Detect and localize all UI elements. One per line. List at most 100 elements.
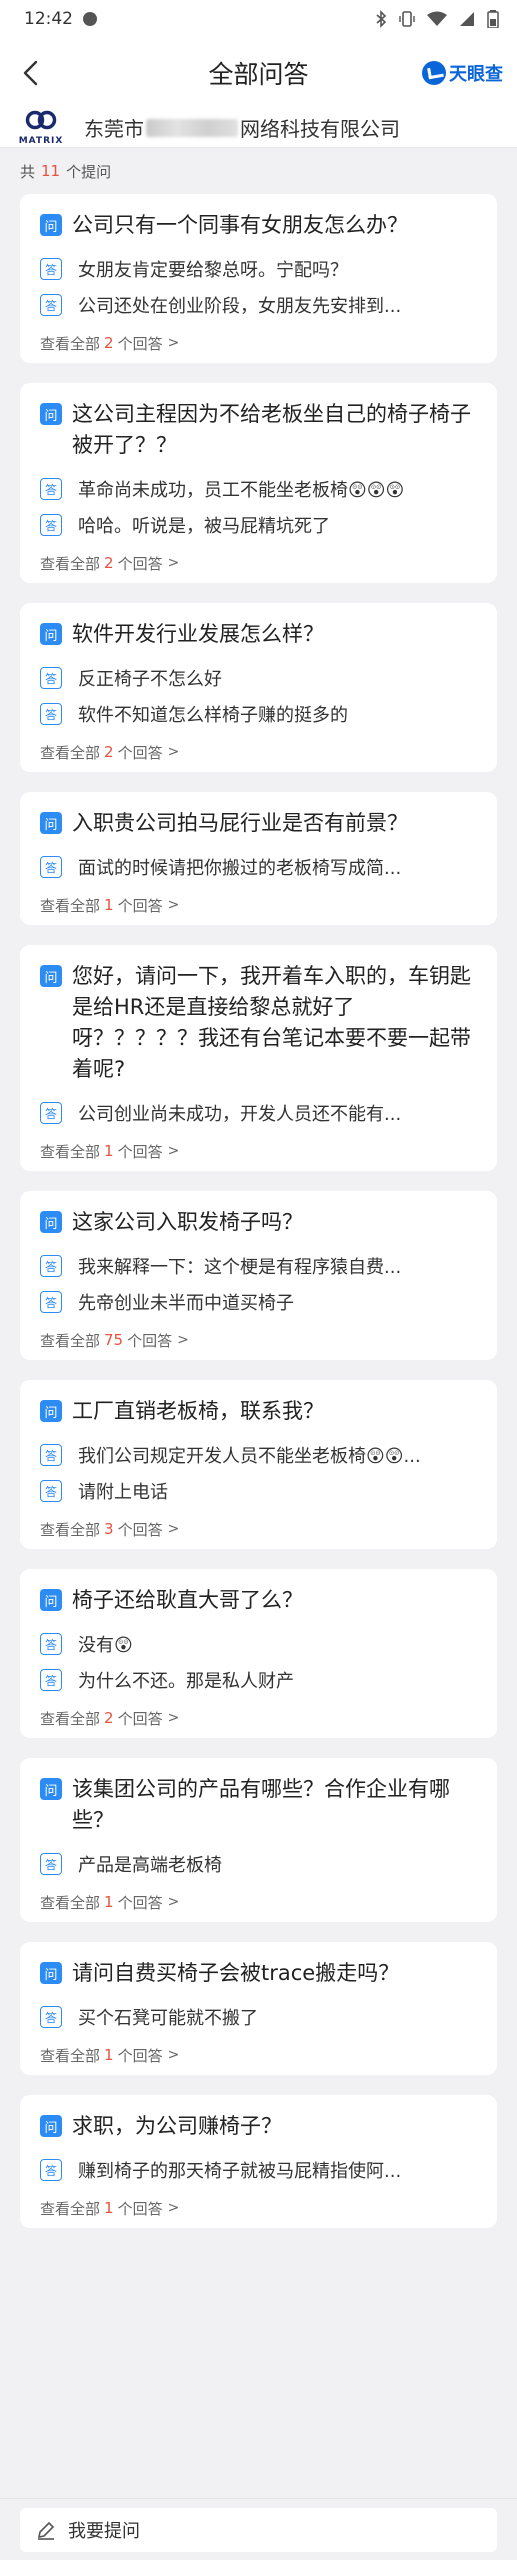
question-card[interactable]: 问工厂直销老板椅，联系我？ 答我们公司规定开发人员不能坐老板椅😲😲... 答请附上电… — [20, 1380, 497, 1549]
see-all-prefix: 查看全部 — [40, 554, 101, 573]
see-all-answers-link[interactable]: 查看全部 1 个回答 > — [40, 1131, 477, 1171]
see-all-prefix: 查看全部 — [40, 1331, 101, 1350]
question-badge-icon: 问 — [40, 1962, 62, 1984]
see-all-answers-link[interactable]: 查看全部 3 个回答 > — [40, 1509, 477, 1549]
see-all-answers-link[interactable]: 查看全部 2 个回答 > — [40, 543, 477, 583]
see-all-prefix: 查看全部 — [40, 896, 101, 915]
answer-badge-icon: 答 — [40, 1291, 62, 1313]
question-card[interactable]: 问这公司主程因为不给老板坐自己的椅子椅子被开了？？ 答革命尚未成功，员工不能坐老板… — [20, 383, 497, 583]
question-text: 请问自费买椅子会被trace搬走吗？ — [72, 1961, 400, 1985]
question-card[interactable]: 问请问自费买椅子会被trace搬走吗？ 答买个石凳可能就不搬了 查看全部 1 个回答 > — [20, 1942, 497, 2075]
see-all-answers-link[interactable]: 查看全部 1 个回答 > — [40, 1882, 477, 1922]
status-icons — [375, 10, 499, 28]
question-card[interactable]: 问这家公司入职发椅子吗？ 答我来解释一下：这个梗是有程序猿自费... 答先帝创业未半… — [20, 1191, 497, 1360]
question-row[interactable]: 问该集团公司的产品有哪些？合作企业有哪些？ — [40, 1774, 477, 1836]
answer-badge-icon: 答 — [40, 1853, 62, 1875]
question-badge-icon: 问 — [40, 403, 62, 425]
brand-name: 天眼查 — [449, 64, 503, 85]
question-row[interactable]: 问公司只有一个同事有女朋友怎么办？ — [40, 210, 477, 241]
answer-text: 我们公司规定开发人员不能坐老板椅😲😲... — [78, 1446, 421, 1467]
question-row[interactable]: 问您好，请问一下，我开着车入职的，车钥匙是给HR还是直接给黎总就好了呀？？？？？… — [40, 961, 477, 1085]
question-row[interactable]: 问求职，为公司赚椅子？ — [40, 2111, 477, 2142]
answer-text: 哈哈。听说是，被马屁精坑死了 — [78, 516, 330, 537]
see-all-answers-link[interactable]: 查看全部 75 个回答 > — [40, 1320, 477, 1360]
see-all-prefix: 查看全部 — [40, 1520, 101, 1539]
company-logo-text: MATRIX — [18, 135, 64, 146]
see-all-answers-link[interactable]: 查看全部 1 个回答 > — [40, 2188, 477, 2228]
question-list: 问公司只有一个同事有女朋友怎么办？答女朋友肯定要给黎总呀。宁配吗？答公司还处在创… — [0, 194, 517, 2228]
question-row[interactable]: 问椅子还给耿直大哥了么？ — [40, 1585, 477, 1616]
nav-bar: 全部问答 天眼查 — [0, 38, 517, 108]
answer-row[interactable]: 答哈哈。听说是，被马屁精坑死了 — [40, 507, 477, 543]
answer-count: 75 — [104, 1331, 124, 1349]
question-card[interactable]: 问该集团公司的产品有哪些？合作企业有哪些？ 答产品是高端老板椅 查看全部 1 个回答 > — [20, 1758, 497, 1922]
answer-badge-icon: 答 — [40, 2006, 62, 2028]
question-text: 公司只有一个同事有女朋友怎么办？ — [72, 213, 408, 237]
see-all-answers-link[interactable]: 查看全部 2 个回答 > — [40, 1698, 477, 1738]
answer-text: 软件不知道怎么样椅子赚的挺多的 — [78, 705, 348, 726]
question-row[interactable]: 问入职贵公司拍马屁行业是否有前景？ — [40, 808, 477, 839]
question-badge-icon: 问 — [40, 623, 62, 645]
answer-text: 为什么不还。那是私人财产 — [78, 1671, 294, 1692]
question-text: 该集团公司的产品有哪些？合作企业有哪些？ — [72, 1777, 450, 1832]
answer-badge-icon: 答 — [40, 667, 62, 689]
answer-row[interactable]: 答没有😲 — [40, 1626, 477, 1662]
count-suffix: 个提问 — [66, 162, 112, 181]
answer-row[interactable]: 答赚到椅子的那天椅子就被马屁精指使阿... — [40, 2152, 477, 2188]
pencil-icon — [37, 2521, 55, 2540]
answer-row[interactable]: 答公司创业尚未成功，开发人员还不能有... — [40, 1095, 477, 1131]
answer-badge-icon: 答 — [40, 1255, 62, 1277]
answer-text: 买个石凳可能就不搬了 — [78, 2008, 258, 2029]
wifi-icon — [427, 11, 447, 26]
back-arrow-icon[interactable] — [14, 55, 50, 91]
answer-badge-icon: 答 — [40, 1669, 62, 1691]
question-card[interactable]: 问求职，为公司赚椅子？ 答赚到椅子的那天椅子就被马屁精指使阿... 查看全部 1 个回答… — [20, 2095, 497, 2228]
answer-row[interactable]: 答软件不知道怎么样椅子赚的挺多的 — [40, 696, 477, 732]
question-card[interactable]: 问入职贵公司拍马屁行业是否有前景？答面试的时候请把你搬过的老板椅写成简... 查看… — [20, 792, 497, 925]
brand-logo[interactable]: 天眼查 — [422, 60, 503, 86]
question-card[interactable]: 问公司只有一个同事有女朋友怎么办？ 答女朋友肯定要给黎总呀。宁配吗？答公司还处在创… — [20, 194, 497, 363]
question-row[interactable]: 问工厂直销老板椅，联系我？ — [40, 1396, 477, 1427]
answer-row[interactable]: 答我们公司规定开发人员不能坐老板椅😲😲... — [40, 1437, 477, 1473]
answer-row[interactable]: 答为什么不还。那是私人财产 — [40, 1662, 477, 1698]
question-row[interactable]: 问这家公司入职发椅子吗？ — [40, 1207, 477, 1238]
see-all-answers-link[interactable]: 查看全部 2 个回答 > — [40, 323, 477, 363]
question-card[interactable]: 问您好，请问一下，我开着车入职的，车钥匙是给HR还是直接给黎总就好了呀？？？？？… — [20, 945, 497, 1171]
answer-text: 面试的时候请把你搬过的老板椅写成简... — [78, 858, 402, 879]
answer-row[interactable]: 答我来解释一下：这个梗是有程序猿自费... — [40, 1248, 477, 1284]
see-all-answers-link[interactable]: 查看全部 1 个回答 > — [40, 2035, 477, 2075]
answer-badge-icon: 答 — [40, 1633, 62, 1655]
answer-badge-icon: 答 — [40, 478, 62, 500]
see-all-prefix: 查看全部 — [40, 1893, 101, 1912]
answer-row[interactable]: 答产品是高端老板椅 — [40, 1846, 477, 1882]
see-all-answers-link[interactable]: 查看全部 1 个回答 > — [40, 885, 477, 925]
answer-row[interactable]: 答革命尚未成功，员工不能坐老板椅😲😲😲 — [40, 471, 477, 507]
page-title: 全部问答 — [208, 60, 309, 89]
count-number: 11 — [41, 162, 61, 180]
question-text: 您好，请问一下，我开着车入职的，车钥匙是给HR还是直接给黎总就好了呀？？？？？我… — [72, 964, 471, 1081]
ask-question-button[interactable]: 我要提问 — [20, 2507, 497, 2552]
question-text: 工厂直销老板椅，联系我？ — [72, 1399, 324, 1423]
answer-row[interactable]: 答女朋友肯定要给黎总呀。宁配吗？ — [40, 251, 477, 287]
question-row[interactable]: 问请问自费买椅子会被trace搬走吗？ — [40, 1958, 477, 1989]
count-prefix: 共 — [20, 162, 36, 181]
ask-question-label: 我要提问 — [68, 2520, 140, 2542]
see-all-suffix: 个回答 — [117, 2046, 163, 2065]
answer-badge-icon: 答 — [40, 856, 62, 878]
answer-text: 反正椅子不怎么好 — [78, 669, 222, 690]
company-header[interactable]: MATRIX 东莞市 网络科技有限公司 — [0, 108, 517, 148]
chevron-right-icon: > — [167, 744, 180, 760]
question-card[interactable]: 问软件开发行业发展怎么样？ 答反正椅子不怎么好答软件不知道怎么样椅子赚的挺多的 查看… — [20, 603, 497, 772]
see-all-answers-link[interactable]: 查看全部 2 个回答 > — [40, 732, 477, 772]
answer-row[interactable]: 答面试的时候请把你搬过的老板椅写成简... — [40, 849, 477, 885]
answer-row[interactable]: 答买个石凳可能就不搬了 — [40, 1999, 477, 2035]
see-all-suffix: 个回答 — [117, 1709, 163, 1728]
answer-row[interactable]: 答请附上电话 — [40, 1473, 477, 1509]
answer-row[interactable]: 答反正椅子不怎么好 — [40, 660, 477, 696]
answer-row[interactable]: 答公司还处在创业阶段，女朋友先安排到... — [40, 287, 477, 323]
question-row[interactable]: 问软件开发行业发展怎么样？ — [40, 619, 477, 650]
question-card[interactable]: 问椅子还给耿直大哥了么？答没有😲 答为什么不还。那是私人财产 查看全部 2 个回答 > — [20, 1569, 497, 1738]
answer-row[interactable]: 答先帝创业未半而中道买椅子 — [40, 1284, 477, 1320]
chevron-right-icon: > — [167, 555, 180, 571]
question-row[interactable]: 问这公司主程因为不给老板坐自己的椅子椅子被开了？？ — [40, 399, 477, 461]
